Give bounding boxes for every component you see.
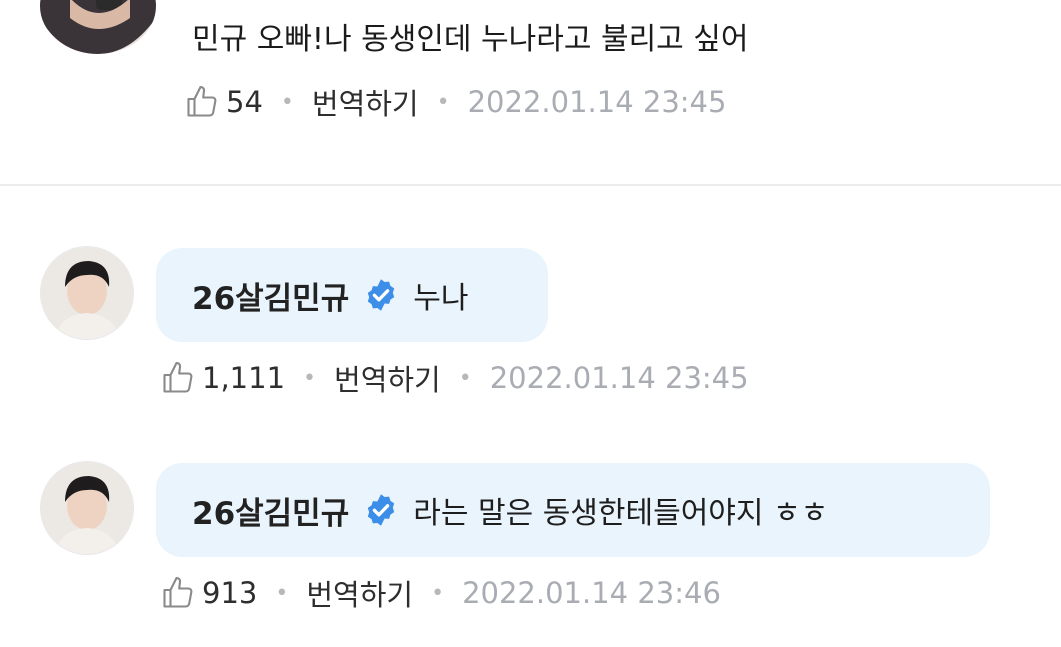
translate-link[interactable]: 번역하기 (334, 357, 441, 399)
commenter-avatar[interactable] (40, 0, 156, 54)
separator-dot: • (303, 365, 317, 391)
like-count: 1,111 (202, 361, 286, 395)
divider (0, 184, 1061, 186)
translate-link[interactable]: 번역하기 (312, 81, 419, 123)
separator-dot: • (431, 580, 445, 606)
reply-bubble: 26살김민규 라는 말은 동생한테들어야지 ㅎㅎ (156, 463, 990, 557)
like-count: 913 (202, 576, 258, 610)
verified-badge-icon (368, 279, 395, 311)
author-name[interactable]: 26살김민규 (192, 488, 349, 533)
thumbs-up-icon[interactable] (160, 575, 196, 611)
separator-dot: • (280, 89, 294, 115)
thumbs-up-icon[interactable] (184, 84, 220, 120)
thumbs-up-icon[interactable] (160, 360, 196, 396)
separator-dot: • (436, 89, 450, 115)
reply-text: 라는 말은 동생한테들어야지 ㅎㅎ (413, 496, 829, 531)
like-count: 54 (226, 85, 263, 119)
timestamp: 2022.01.14 23:46 (462, 576, 721, 610)
author-name[interactable]: 26살김민규 (192, 273, 349, 318)
comment-actions: 54 • 번역하기 • 2022.01.14 23:45 (184, 80, 726, 124)
timestamp: 2022.01.14 23:45 (467, 85, 727, 119)
verified-badge-icon (368, 494, 395, 526)
comment-actions: 913 • 번역하기 • 2022.01.14 23:46 (160, 571, 721, 615)
comment-actions: 1,111 • 번역하기 • 2022.01.14 23:45 (160, 356, 749, 400)
author-avatar[interactable] (40, 246, 134, 340)
timestamp: 2022.01.14 23:45 (489, 361, 749, 395)
author-avatar[interactable] (40, 461, 134, 555)
separator-dot: • (458, 365, 472, 391)
separator-dot: • (275, 580, 289, 606)
reply-text: 누나 (413, 281, 469, 316)
comment-text: 민규 오빠!나 동생인데 누나라고 불리고 싶어 (192, 22, 749, 57)
translate-link[interactable]: 번역하기 (306, 572, 413, 614)
reply-bubble: 26살김민규 누나 (156, 248, 548, 342)
